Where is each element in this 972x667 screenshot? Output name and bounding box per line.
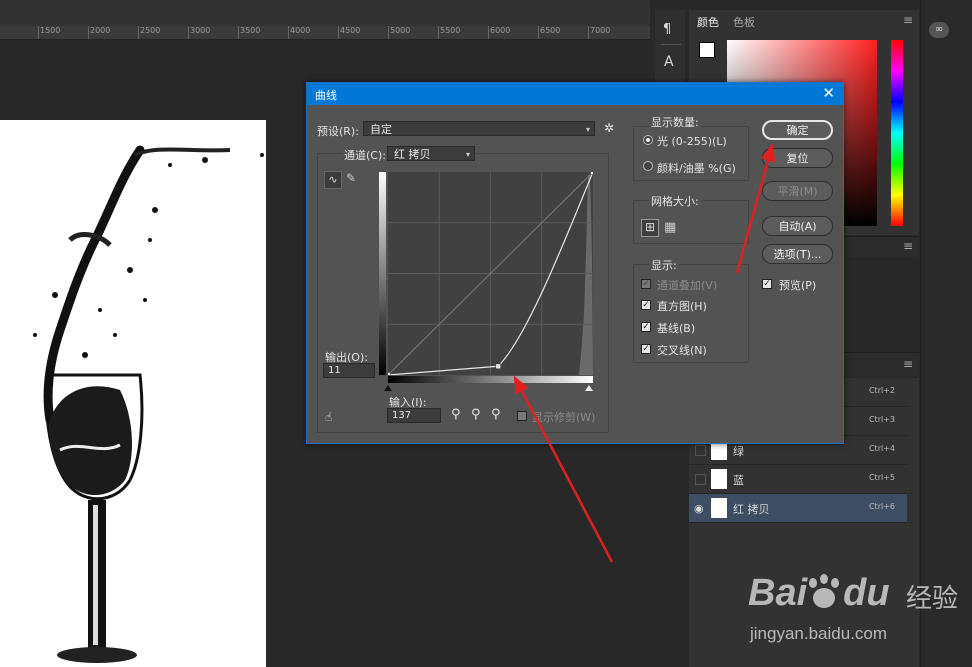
watermark-url: jingyan.baidu.com: [750, 624, 888, 643]
baidu-jingyan-watermark: Bai du 经验 jingyan.baidu.com: [748, 566, 958, 656]
watermark-brand: Bai du: [748, 572, 890, 614]
watermark-cn: 经验: [906, 584, 959, 614]
arrow-to-curve-point: [513, 375, 614, 563]
arrow-to-ok-button: [735, 143, 776, 274]
paw-icon: [807, 573, 843, 612]
